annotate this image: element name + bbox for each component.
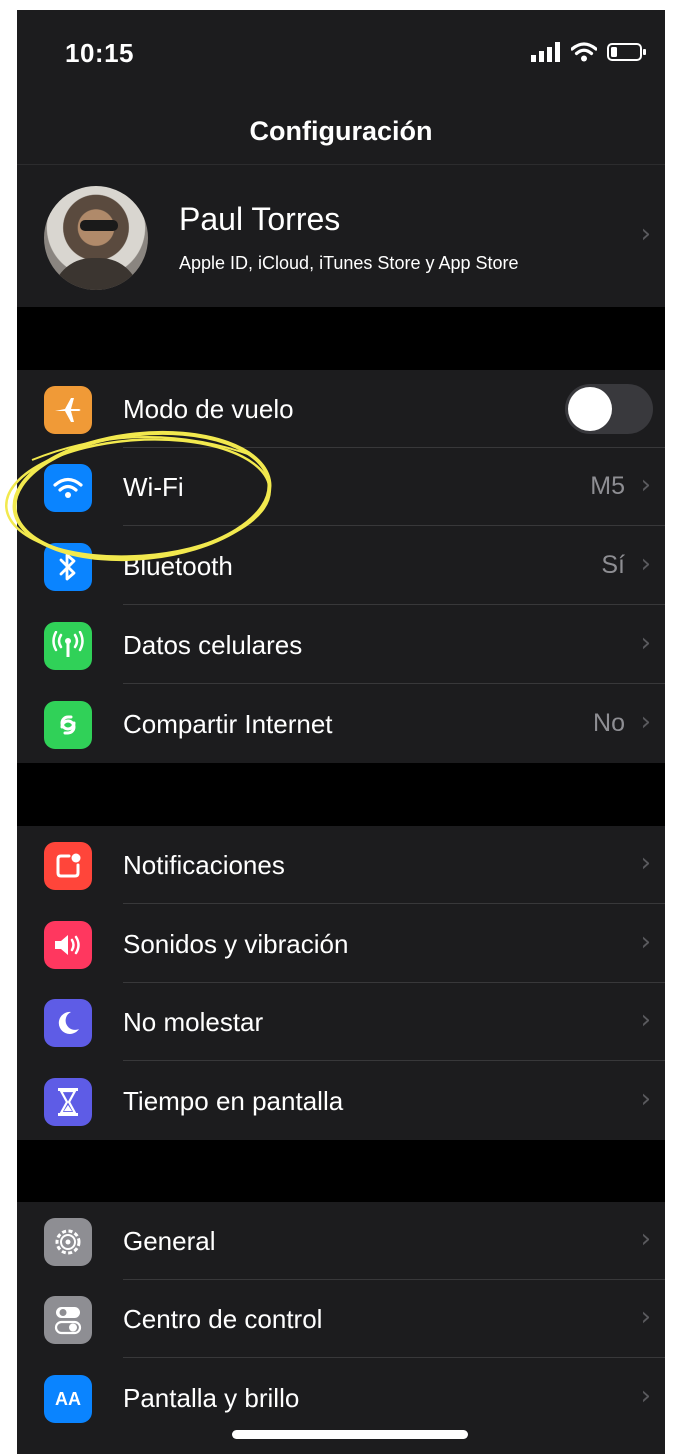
- chevron-right-icon: ›: [640, 1005, 651, 1035]
- chevron-right-icon: ›: [640, 1381, 651, 1411]
- wifi-network-value: M5: [590, 472, 625, 500]
- chevron-right-icon: ›: [640, 1224, 651, 1254]
- row-general[interactable]: General ›: [17, 1202, 665, 1280]
- profile-name: Paul Torres: [179, 201, 341, 237]
- notifications-icon: [44, 842, 92, 890]
- airplane-icon: [44, 386, 92, 434]
- cellular-signal-icon: [531, 42, 560, 62]
- chevron-right-icon: ›: [640, 628, 651, 658]
- chevron-right-icon: ›: [640, 707, 651, 737]
- antenna-icon: [44, 622, 92, 670]
- row-personal-hotspot[interactable]: Compartir Internet No ›: [17, 685, 665, 763]
- home-indicator: [232, 1430, 468, 1439]
- row-notifications[interactable]: Notificaciones ›: [17, 826, 665, 904]
- status-time: 10:15: [65, 38, 134, 68]
- chevron-right-icon: ›: [640, 1302, 651, 1332]
- row-label: Sonidos y vibración: [123, 929, 349, 959]
- row-display-brightness[interactable]: AA Pantalla y brillo ›: [17, 1359, 665, 1437]
- row-airplane-mode[interactable]: Modo de vuelo: [17, 370, 665, 448]
- row-label: Centro de control: [123, 1304, 323, 1334]
- profile-subtitle: Apple ID, iCloud, iTunes Store y App Sto…: [179, 253, 519, 273]
- bluetooth-value: Sí: [601, 551, 625, 579]
- row-label: Datos celulares: [123, 630, 303, 660]
- general-group: General › Centro de control › AA Pantall…: [17, 1202, 665, 1454]
- chevron-right-icon: ›: [640, 848, 651, 878]
- hotspot-value: No: [593, 709, 625, 737]
- gear-icon: [44, 1218, 92, 1266]
- row-sounds[interactable]: Sonidos y vibración ›: [17, 905, 665, 983]
- settings-screen: 10:15 Configuración Paul Torres Apple ID…: [17, 10, 665, 1454]
- toggle-knob: [568, 387, 612, 431]
- chevron-right-icon: ›: [640, 549, 651, 579]
- row-label: General: [123, 1226, 216, 1256]
- speaker-icon: [44, 921, 92, 969]
- moon-icon: [44, 999, 92, 1047]
- notifications-group: Notificaciones › Sonidos y vibración › N…: [17, 826, 665, 1140]
- hourglass-icon: [44, 1078, 92, 1126]
- row-label: Notificaciones: [123, 850, 285, 880]
- chevron-right-icon: ›: [640, 1084, 651, 1114]
- connectivity-group: Modo de vuelo Wi-Fi M5 › Bluetooth Sí › …: [17, 370, 665, 763]
- text-size-icon: AA: [44, 1375, 92, 1423]
- row-label: Wi-Fi: [123, 472, 184, 502]
- page-title: Configuración: [249, 116, 433, 146]
- row-label: Compartir Internet: [123, 709, 333, 739]
- apple-id-row[interactable]: Paul Torres Apple ID, iCloud, iTunes Sto…: [17, 165, 665, 307]
- battery-icon: [607, 43, 646, 61]
- hotspot-icon: [44, 701, 92, 749]
- chevron-right-icon: ›: [640, 927, 651, 957]
- switches-icon: [44, 1296, 92, 1344]
- row-label: No molestar: [123, 1007, 264, 1037]
- row-wifi[interactable]: Wi-Fi M5 ›: [17, 448, 665, 526]
- row-label: Bluetooth: [123, 551, 233, 581]
- wifi-icon: [44, 464, 92, 512]
- bluetooth-icon: [44, 543, 92, 591]
- chevron-right-icon: ›: [640, 219, 651, 249]
- navigation-bar: Configuración: [17, 100, 665, 165]
- row-label: Tiempo en pantalla: [123, 1086, 344, 1116]
- wifi-status-icon: [571, 42, 597, 62]
- row-label: Pantalla y brillo: [123, 1383, 300, 1413]
- chevron-right-icon: ›: [640, 470, 651, 500]
- airplane-mode-toggle[interactable]: [565, 384, 653, 434]
- status-bar: 10:15: [17, 10, 665, 100]
- row-label: Modo de vuelo: [123, 394, 294, 424]
- avatar: [44, 186, 148, 290]
- row-screen-time[interactable]: Tiempo en pantalla ›: [17, 1062, 665, 1140]
- row-control-center[interactable]: Centro de control ›: [17, 1280, 665, 1358]
- row-bluetooth[interactable]: Bluetooth Sí ›: [17, 527, 665, 605]
- row-do-not-disturb[interactable]: No molestar ›: [17, 983, 665, 1061]
- row-cellular-data[interactable]: Datos celulares ›: [17, 606, 665, 684]
